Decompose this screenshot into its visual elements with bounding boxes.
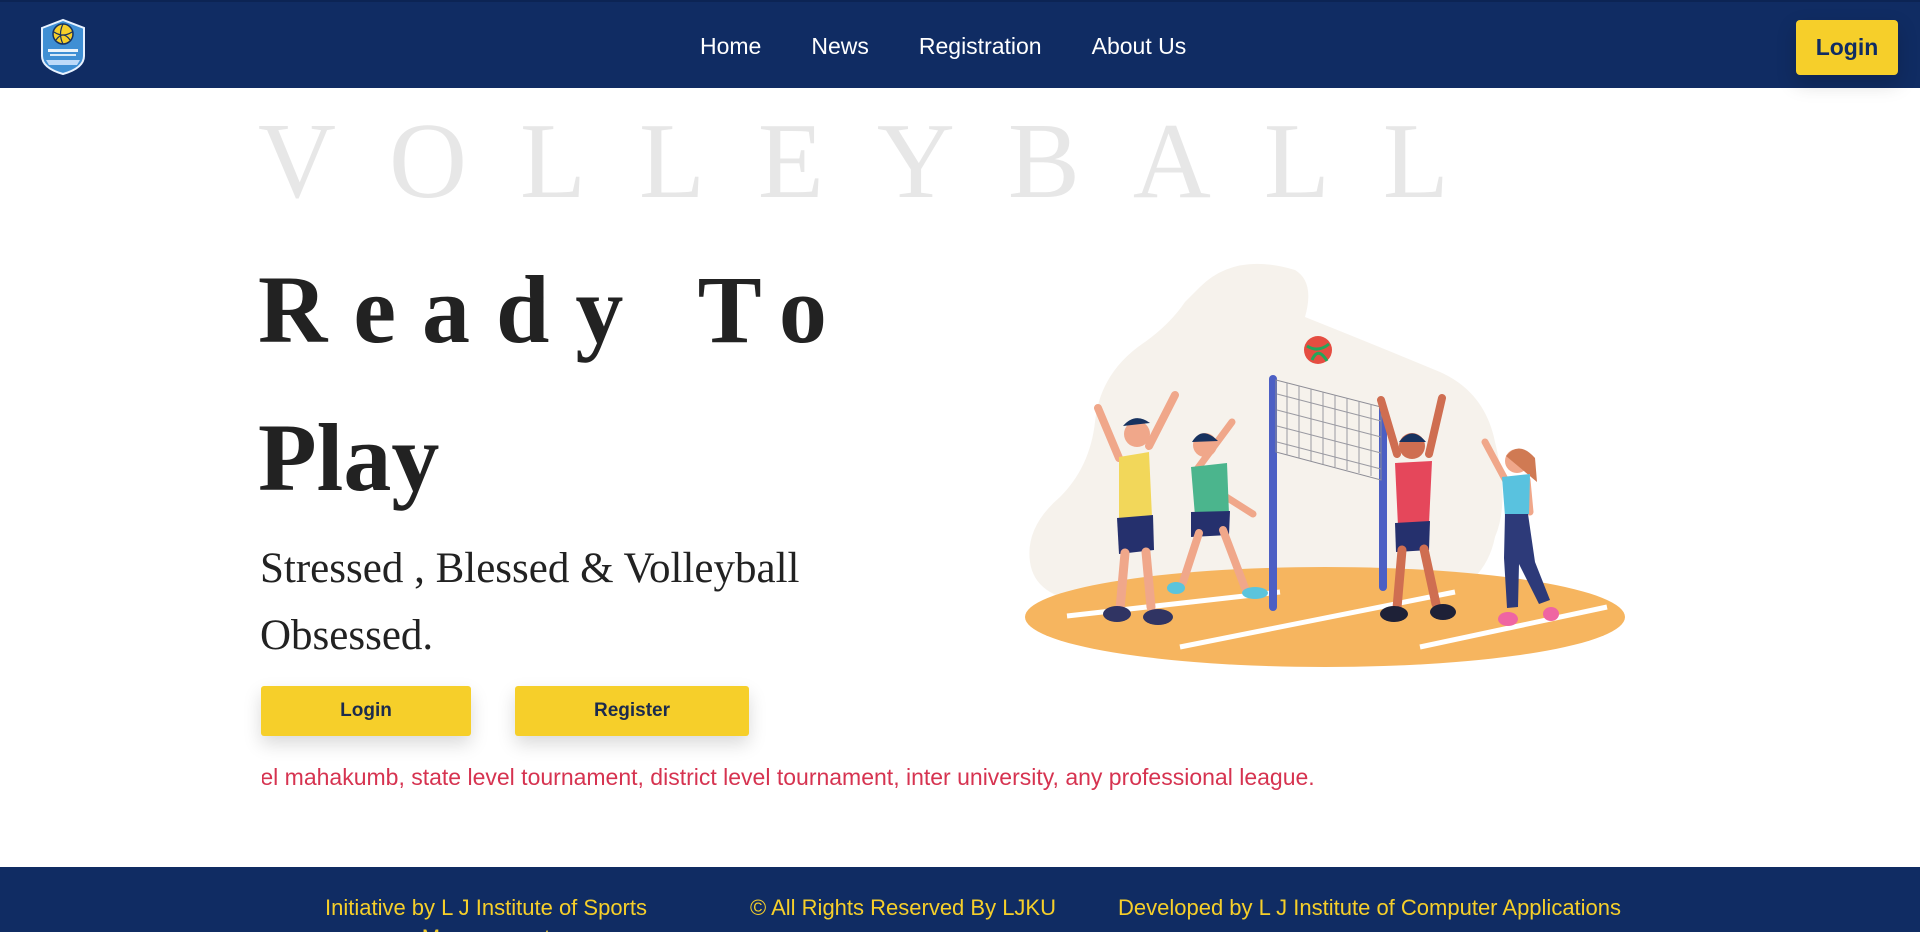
nav-home-link[interactable]: Home <box>700 33 761 60</box>
tournament-marquee-text: ıel mahakumb, state level tournament, di… <box>262 764 1315 790</box>
footer-developed-by-text: Developed by L J Institute of Computer A… <box>1118 895 1622 920</box>
nav-about-us-link[interactable]: About Us <box>1092 33 1187 60</box>
hero-login-button[interactable]: Login <box>261 686 471 736</box>
volleyball-players-illustration <box>1025 263 1625 667</box>
hero-register-button[interactable]: Register <box>515 686 749 736</box>
tournament-marquee: ıel mahakumb, state level tournament, di… <box>262 764 1492 798</box>
footer-initiative-text: Initiative by L J Institute of Sports Ma… <box>324 895 647 932</box>
footer-copyright-text: © All Rights Reserved By LJKU <box>750 895 1056 920</box>
navbar-login-button[interactable]: Login <box>1796 20 1898 75</box>
nav-registration-link[interactable]: Registration <box>919 33 1042 60</box>
footer: Initiative by L J Institute of Sports Ma… <box>0 867 1920 932</box>
volleyball-watermark: VOLLEYBALL <box>258 102 1502 221</box>
hero-tagline: Stressed , Blessed & Volleyball Obsessed… <box>260 545 800 659</box>
nav-news-link[interactable]: News <box>811 33 869 60</box>
main-nav: Home News Registration About Us <box>700 2 1236 90</box>
top-navbar: Home News Registration About Us Login <box>0 0 1920 88</box>
hero-heading-play: Play <box>258 404 440 511</box>
volleyball-logo-icon[interactable] <box>36 14 90 78</box>
hero-heading-ready-to: Ready To <box>258 256 853 363</box>
